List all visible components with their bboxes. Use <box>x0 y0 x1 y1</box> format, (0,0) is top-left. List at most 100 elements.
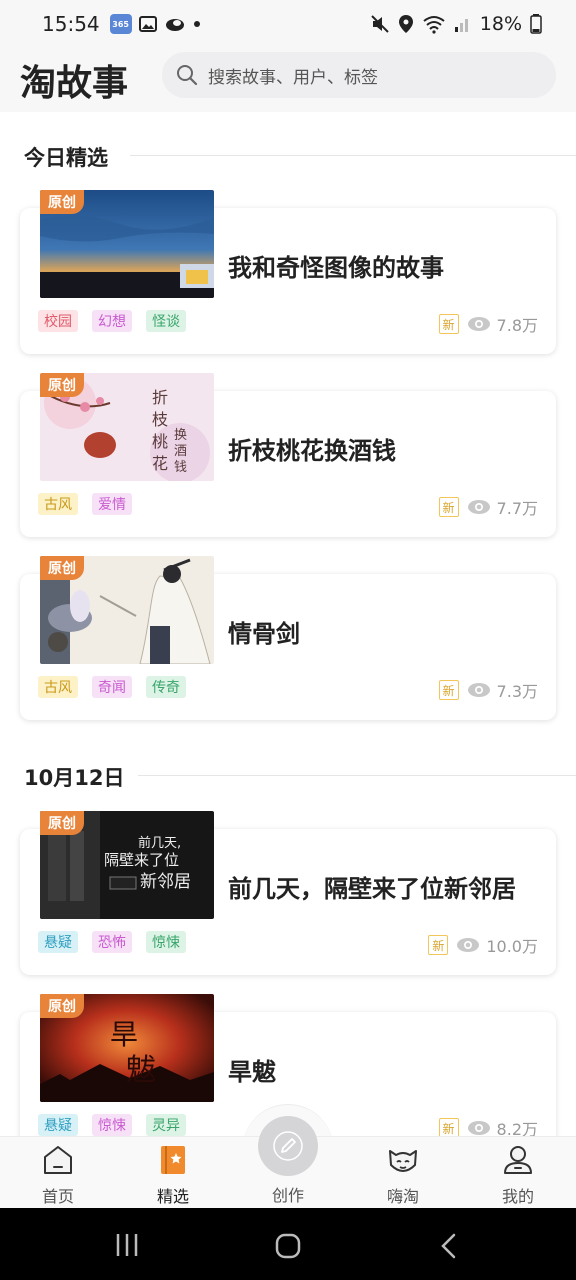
story-card[interactable]: 前几天, 隔壁来了位 新邻居 原创 前几天，隔壁来了位新邻居 悬疑 恐怖 惊悚 … <box>20 811 556 975</box>
tag[interactable]: 惊悚 <box>146 931 186 953</box>
profile-icon <box>504 1146 532 1174</box>
story-cover: 前几天, 隔壁来了位 新邻居 原创 <box>40 811 214 919</box>
signal-icon <box>454 19 468 32</box>
story-cover: 折 枝 桃 花 换 酒 钱 原创 <box>40 373 214 481</box>
app-365-icon: 365 <box>109 14 132 34</box>
svg-text:前几天,: 前几天, <box>138 835 181 851</box>
location-icon <box>398 15 413 33</box>
section-divider <box>138 775 576 776</box>
tag-list: 悬疑 恐怖 惊悚 <box>38 931 186 953</box>
view-count: 7.3万 <box>496 682 538 701</box>
svg-text:花: 花 <box>152 454 168 473</box>
story-cover: 原创 <box>40 556 214 664</box>
view-count: 7.8万 <box>496 316 538 335</box>
story-meta: 新 7.7万 <box>438 495 538 519</box>
search-icon <box>177 65 198 86</box>
svg-text:钱: 钱 <box>174 460 187 475</box>
svg-text:魃: 魃 <box>126 1053 156 1088</box>
eye-icon <box>467 317 490 331</box>
story-cover: 原创 <box>40 190 214 298</box>
system-icons: 18% <box>370 13 542 35</box>
dot-icon <box>193 21 200 27</box>
logo-text: 淘故事 <box>20 63 129 104</box>
status-bar: 15:54 365 18% <box>0 0 576 48</box>
tag[interactable]: 校园 <box>38 310 78 332</box>
wifi-icon <box>423 16 445 34</box>
new-badge: 新 <box>438 497 459 517</box>
back-icon[interactable] <box>438 1232 460 1260</box>
battery-icon <box>530 14 542 34</box>
original-badge: 原创 <box>40 373 84 397</box>
home-button-icon[interactable] <box>274 1232 302 1260</box>
nav-create-label: 创作 <box>271 1186 304 1205</box>
tag[interactable]: 悬疑 <box>38 1114 78 1136</box>
notification-icons: 365 <box>109 14 202 34</box>
search-bar[interactable]: 搜索故事、用户、标签 <box>162 52 556 98</box>
mute-icon <box>371 15 389 33</box>
tag[interactable]: 恐怖 <box>92 931 132 953</box>
tag-list: 古风 爱情 <box>38 493 132 515</box>
story-card[interactable]: 原创 我和奇怪图像的故事 校园 幻想 怪谈 新 7.8万 <box>20 190 556 354</box>
cat-face-icon <box>389 1150 417 1172</box>
tag[interactable]: 传奇 <box>146 676 186 698</box>
eye-icon <box>467 683 490 697</box>
svg-text:酒: 酒 <box>174 444 187 459</box>
section-title: 今日精选 <box>24 146 108 170</box>
story-meta: 新 7.8万 <box>438 312 538 336</box>
original-badge: 原创 <box>40 556 84 580</box>
story-title: 我和奇怪图像的故事 <box>228 254 444 282</box>
story-title: 折枝桃花换酒钱 <box>228 437 396 465</box>
tag[interactable]: 灵异 <box>146 1114 186 1136</box>
section-title: 10月12日 <box>24 766 125 790</box>
story-meta: 新 7.3万 <box>438 678 538 702</box>
clock: 15:54 <box>42 12 100 36</box>
nav-featured-label: 精选 <box>156 1187 189 1206</box>
system-navigation-bar <box>0 1208 576 1280</box>
new-badge: 新 <box>438 1118 459 1136</box>
nav-mine-label: 我的 <box>501 1187 534 1206</box>
tag[interactable]: 幻想 <box>92 310 132 332</box>
view-count: 8.2万 <box>496 1120 538 1136</box>
eye-icon <box>467 1121 490 1135</box>
story-meta: 新 10.0万 <box>428 933 538 957</box>
search-placeholder: 搜索故事、用户、标签 <box>208 67 378 88</box>
tag[interactable]: 古风 <box>38 676 78 698</box>
svg-text:枝: 枝 <box>152 410 168 429</box>
home-icon <box>44 1146 72 1174</box>
tag[interactable]: 奇闻 <box>92 676 132 698</box>
featured-book-icon <box>161 1146 185 1174</box>
tag[interactable]: 古风 <box>38 493 78 515</box>
nav-home-label: 首页 <box>41 1187 74 1206</box>
new-badge: 新 <box>438 314 459 334</box>
story-card[interactable]: 原创 情骨剑 古风 奇闻 传奇 新 7.3万 <box>20 556 556 720</box>
app-logo: 淘故事 <box>20 54 128 106</box>
story-card[interactable]: 折 枝 桃 花 换 酒 钱 原创 折枝桃花换酒钱 古风 爱情 新 7.7万 <box>20 373 556 537</box>
new-badge: 新 <box>428 935 449 955</box>
nav-mine[interactable]: 我的 <box>468 1137 568 1209</box>
app-header: 淘故事 搜索故事、用户、标签 <box>0 48 576 112</box>
svg-text:折: 折 <box>152 388 168 407</box>
story-title: 情骨剑 <box>228 620 300 648</box>
new-badge: 新 <box>438 680 459 700</box>
svg-text:换: 换 <box>174 428 187 443</box>
tag[interactable]: 爱情 <box>92 493 132 515</box>
nav-haitao[interactable]: 嗨淘 <box>353 1137 453 1209</box>
tag[interactable]: 悬疑 <box>38 931 78 953</box>
story-meta: 新 8.2万 <box>438 1116 538 1136</box>
tag[interactable]: 惊悚 <box>92 1114 132 1136</box>
nav-haitao-label: 嗨淘 <box>386 1187 419 1206</box>
pencil-icon <box>273 1131 303 1161</box>
feed[interactable]: 今日精选 原创 我和奇怪图像的故事 校园 幻想 怪谈 新 7.8万 折 枝 桃 … <box>0 112 576 1136</box>
create-button[interactable] <box>258 1116 318 1176</box>
tag[interactable]: 怪谈 <box>146 310 186 332</box>
nav-featured[interactable]: 精选 <box>123 1137 223 1209</box>
recents-icon[interactable] <box>114 1232 140 1258</box>
nav-home[interactable]: 首页 <box>8 1137 108 1209</box>
story-cover: 旱 魃 原创 <box>40 994 214 1102</box>
tag-list: 悬疑 惊悚 灵异 <box>38 1114 186 1136</box>
svg-text:桃: 桃 <box>152 432 168 451</box>
eye-icon <box>457 938 480 952</box>
story-title: 前几天，隔壁来了位新邻居 <box>228 875 516 903</box>
gallery-icon <box>138 16 157 32</box>
original-badge: 原创 <box>40 811 84 835</box>
